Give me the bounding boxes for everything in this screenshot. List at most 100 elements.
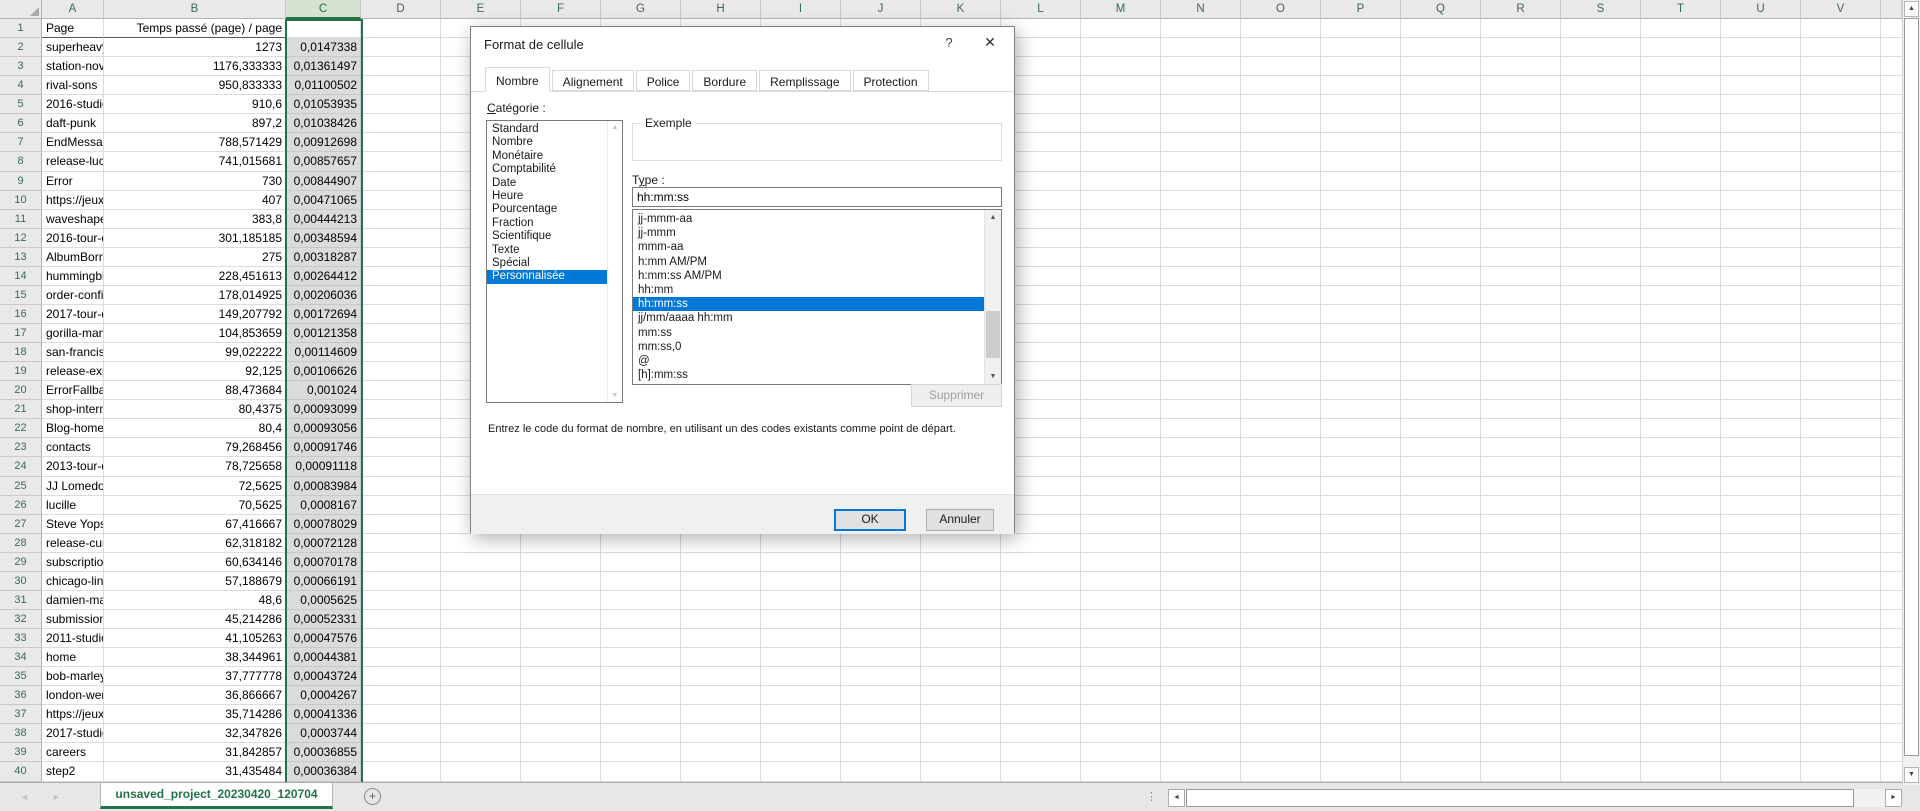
cell[interactable] — [1241, 667, 1321, 686]
cell[interactable] — [1801, 534, 1881, 553]
cell[interactable] — [441, 648, 521, 667]
cell-A38[interactable]: 2017-studio — [42, 724, 104, 743]
cell[interactable] — [921, 724, 1001, 743]
type-input[interactable] — [632, 187, 1002, 207]
cell[interactable] — [1401, 438, 1481, 457]
cell[interactable] — [1641, 724, 1721, 743]
cell-A14[interactable]: hummingbir — [42, 267, 104, 286]
column-header-Q[interactable]: Q — [1401, 0, 1481, 19]
cell[interactable] — [1241, 95, 1321, 114]
cell[interactable] — [1321, 553, 1401, 572]
cell[interactable] — [1721, 133, 1801, 152]
cell[interactable] — [1161, 19, 1241, 38]
cell-A24[interactable]: 2013-tour-da — [42, 457, 104, 476]
cell[interactable] — [1401, 515, 1481, 534]
cell[interactable] — [1081, 724, 1161, 743]
cell[interactable] — [1641, 457, 1721, 476]
cell-C35[interactable]: 0,00043724 — [286, 667, 361, 686]
cell[interactable] — [1641, 381, 1721, 400]
cell[interactable] — [1401, 76, 1481, 95]
cell[interactable] — [1401, 191, 1481, 210]
column-header-H[interactable]: H — [681, 0, 761, 19]
cell[interactable] — [1561, 553, 1641, 572]
cell[interactable] — [1161, 76, 1241, 95]
cell[interactable] — [1721, 477, 1801, 496]
cell[interactable] — [1481, 553, 1561, 572]
row-header-8[interactable]: 8 — [0, 152, 42, 171]
close-icon[interactable]: ✕ — [981, 34, 999, 51]
column-header-B[interactable]: B — [104, 0, 286, 19]
cell[interactable] — [1881, 57, 1902, 76]
category-listbox[interactable]: StandardNombreMonétaireComptabilitéDateH… — [486, 120, 623, 403]
cell[interactable] — [361, 686, 441, 705]
row-header-28[interactable]: 28 — [0, 534, 42, 553]
cell[interactable] — [1881, 191, 1902, 210]
cell[interactable] — [1721, 210, 1801, 229]
cell[interactable] — [361, 705, 441, 724]
cell[interactable] — [1641, 496, 1721, 515]
cell[interactable] — [1801, 724, 1881, 743]
cell[interactable] — [1481, 133, 1561, 152]
cell[interactable] — [1561, 457, 1641, 476]
cell[interactable] — [1321, 267, 1401, 286]
cell[interactable] — [681, 610, 761, 629]
cell-C40[interactable]: 0,00036384 — [286, 762, 361, 781]
cell[interactable] — [1241, 210, 1321, 229]
cell[interactable] — [1481, 629, 1561, 648]
cell[interactable] — [1241, 381, 1321, 400]
row-header-3[interactable]: 3 — [0, 57, 42, 76]
cell[interactable] — [1241, 419, 1321, 438]
column-header-L[interactable]: L — [1001, 0, 1081, 19]
cell[interactable] — [1641, 324, 1721, 343]
cell[interactable] — [1721, 610, 1801, 629]
cell[interactable] — [1641, 572, 1721, 591]
cell[interactable] — [1401, 38, 1481, 57]
cell[interactable] — [1241, 515, 1321, 534]
cell[interactable] — [1241, 553, 1321, 572]
cell-A6[interactable]: daft-punk — [42, 114, 104, 133]
tab-scrollbar-divider[interactable]: ⋮ — [1146, 783, 1157, 811]
cell[interactable] — [1161, 648, 1241, 667]
cell[interactable] — [841, 591, 921, 610]
cell-A23[interactable]: contacts — [42, 438, 104, 457]
cell[interactable] — [1321, 419, 1401, 438]
cell[interactable] — [1881, 457, 1902, 476]
cell[interactable] — [1081, 762, 1161, 781]
category-item-personnalisée[interactable]: Personnalisée — [487, 270, 607, 283]
cell[interactable] — [1641, 95, 1721, 114]
cell-C29[interactable]: 0,00070178 — [286, 553, 361, 572]
cell[interactable] — [841, 743, 921, 762]
cell[interactable] — [1801, 152, 1881, 171]
cell[interactable] — [1881, 705, 1902, 724]
cell-C7[interactable]: 0,00912698 — [286, 133, 361, 152]
category-scrollbar[interactable]: ▲ ▼ — [607, 121, 622, 402]
cell[interactable] — [1081, 553, 1161, 572]
cell-C37[interactable]: 0,00041336 — [286, 705, 361, 724]
cell[interactable] — [1241, 610, 1321, 629]
cell[interactable] — [1241, 572, 1321, 591]
cell[interactable] — [521, 572, 601, 591]
cell[interactable] — [1801, 496, 1881, 515]
cell[interactable] — [1801, 705, 1881, 724]
cell[interactable] — [1561, 286, 1641, 305]
cell[interactable] — [681, 553, 761, 572]
cell[interactable] — [1081, 362, 1161, 381]
cell[interactable] — [1801, 305, 1881, 324]
cell[interactable] — [1161, 286, 1241, 305]
cell[interactable] — [1881, 172, 1902, 191]
cell[interactable] — [1321, 743, 1401, 762]
cell[interactable] — [1161, 496, 1241, 515]
cell-C12[interactable]: 0,00348594 — [286, 229, 361, 248]
cell[interactable] — [1641, 305, 1721, 324]
cell[interactable] — [921, 705, 1001, 724]
cell[interactable] — [1641, 438, 1721, 457]
cell-B25[interactable]: 72,5625 — [104, 477, 286, 496]
cell[interactable] — [761, 705, 841, 724]
cell[interactable] — [1641, 591, 1721, 610]
cell[interactable] — [1721, 191, 1801, 210]
cell[interactable] — [1561, 400, 1641, 419]
cell-B39[interactable]: 31,842857 — [104, 743, 286, 762]
cell[interactable] — [1801, 477, 1881, 496]
cell[interactable] — [1721, 457, 1801, 476]
cell[interactable] — [1801, 743, 1881, 762]
